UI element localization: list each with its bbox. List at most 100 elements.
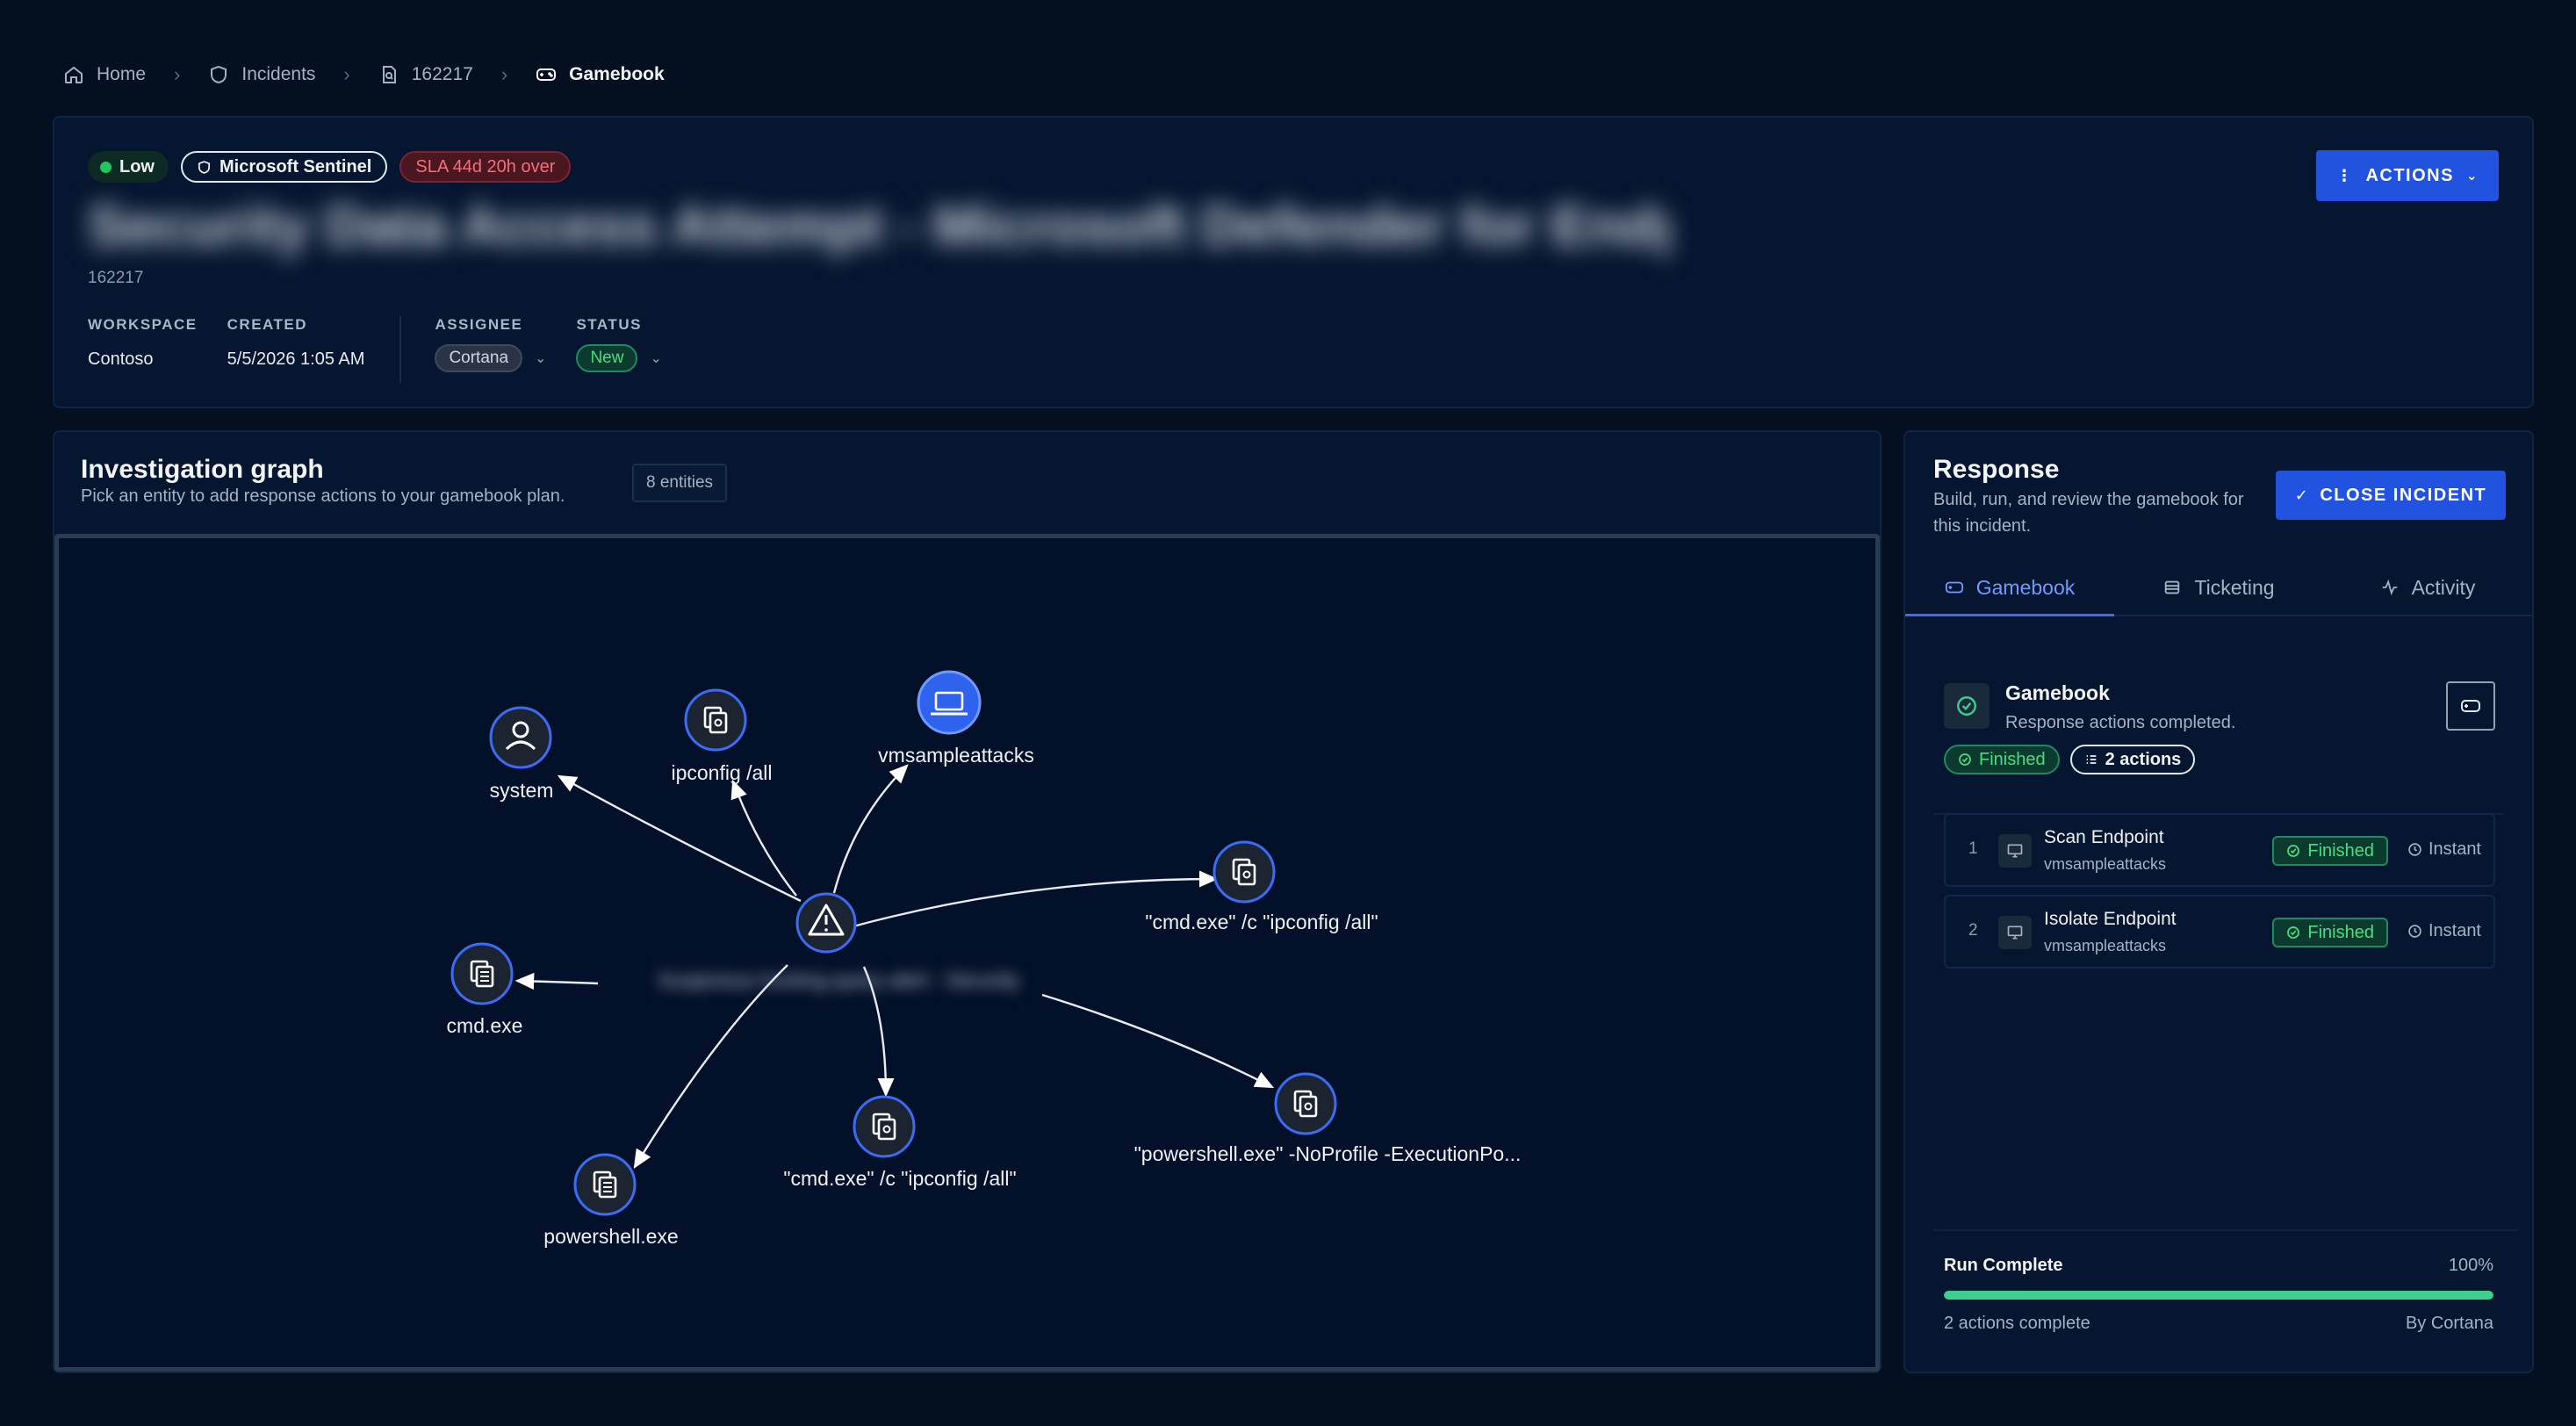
source-label: Microsoft Sentinel — [219, 156, 372, 176]
tab-activity[interactable]: Activity — [2323, 560, 2532, 615]
action-host: vmsampleattacks — [2044, 855, 2167, 873]
action-row-1[interactable]: 1 Scan Endpoint vmsampleattacks Finished… — [1944, 813, 2495, 887]
gamebook-count-label: 2 actions — [2105, 749, 2182, 769]
breadcrumb-current-label: Gamebook — [569, 64, 665, 84]
breadcrumb-incidents[interactable]: Incidents — [208, 64, 315, 85]
gamebook-open-button[interactable] — [2446, 681, 2495, 731]
response-subtitle: Build, run, and review the gamebook for … — [1933, 490, 2244, 536]
node-label-powershell-np: "powershell.exe" -NoProfile -ExecutionPo… — [1133, 1142, 1522, 1165]
meta-status: STATUS New ⌄ — [576, 316, 662, 383]
severity-dot-icon — [100, 161, 112, 173]
activity-icon — [2382, 579, 2397, 596]
breadcrumb-home-label: Home — [97, 64, 147, 84]
meta-divider — [399, 316, 402, 383]
action-name: Isolate Endpoint — [2044, 909, 2177, 929]
close-incident-button[interactable]: ✓ CLOSE INCIDENT — [2276, 471, 2506, 520]
action-row-2[interactable]: 2 Isolate Endpoint vmsampleattacks Finis… — [1944, 895, 2495, 969]
status-select[interactable]: New — [576, 344, 638, 372]
action-number: 1 — [1968, 839, 1978, 858]
meta-created: CREATED 5/5/2026 1:05 AM — [227, 316, 365, 383]
check-circle-icon — [2287, 926, 2300, 939]
action-status-badge: Finished — [2272, 836, 2388, 866]
breadcrumb-incident-label: 162217 — [411, 64, 473, 84]
graph-canvas[interactable]: system ipconfig /all vmsampleattacks "cm… — [54, 534, 1880, 1372]
assignee-select[interactable]: Cortana — [435, 344, 523, 372]
gamebook-summary: Gamebook Response actions completed. Fin… — [1944, 681, 2495, 787]
graph-subtitle: Pick an entity to add response actions t… — [81, 486, 565, 506]
run-title: Run Complete — [1944, 1256, 2063, 1275]
incident-meta: WORKSPACE Contoso CREATED 5/5/2026 1:05 … — [88, 316, 692, 383]
chevron-right-icon: › — [343, 63, 350, 85]
node-system[interactable] — [489, 706, 552, 769]
action-host: vmsampleattacks — [2044, 937, 2167, 954]
chevron-right-icon: › — [500, 63, 508, 85]
chevron-down-icon[interactable]: ⌄ — [650, 349, 661, 367]
node-cmd-ipconfig-1[interactable] — [1212, 840, 1276, 904]
response-tabs: Gamebook Ticketing Activity — [1905, 560, 2532, 616]
gamepad-icon — [536, 68, 557, 81]
edge-powershell — [633, 964, 788, 1170]
run-progress-bar — [1944, 1291, 2493, 1300]
node-vmsampleattacks[interactable] — [917, 670, 982, 735]
gamepad-icon — [1945, 581, 1963, 594]
gamepad-icon — [2461, 700, 2480, 712]
clock-icon — [2408, 925, 2421, 938]
gamebook-name: Gamebook — [2005, 681, 2110, 704]
tab-activity-label: Activity — [2411, 575, 2476, 599]
node-label-ipconfig: ipconfig /all — [671, 761, 773, 784]
edge-system — [557, 774, 802, 903]
node-cmd-ipconfig-2[interactable] — [853, 1095, 916, 1158]
breadcrumb: Home › Incidents › 162217 › Gamebook — [63, 61, 665, 88]
gamebook-badges: Finished 2 actions — [1944, 745, 2196, 774]
severity-label: Low — [119, 156, 155, 176]
run-by: By Cortana — [2405, 1314, 2493, 1333]
check-icon: ✓ — [2294, 486, 2310, 504]
breadcrumb-incident[interactable]: 162217 — [378, 64, 473, 85]
edge-vm — [832, 764, 909, 894]
actions-button[interactable]: ⋮ ACTIONS ⌄ — [2316, 150, 2499, 201]
sla-label: SLA 44d 20h over — [415, 156, 556, 176]
node-label-cmd: cmd.exe — [446, 1014, 523, 1037]
action-time-label: Instant — [2428, 839, 2481, 859]
breadcrumb-gamebook: Gamebook — [536, 64, 665, 85]
graph-title: Investigation graph — [81, 455, 324, 484]
check-circle-icon — [2287, 845, 2300, 857]
action-status-label: Finished — [2307, 840, 2374, 861]
breadcrumb-home[interactable]: Home — [63, 64, 146, 85]
action-status-label: Finished — [2307, 922, 2374, 942]
tab-gamebook[interactable]: Gamebook — [1905, 560, 2114, 616]
node-label-vm: vmsampleattacks — [878, 744, 1034, 767]
run-summary: 2 actions complete — [1944, 1314, 2090, 1333]
assignee-label: ASSIGNEE — [435, 316, 523, 333]
close-incident-label: CLOSE INCIDENT — [2320, 485, 2487, 505]
run-divider — [1933, 1229, 2518, 1231]
gamebook-status-label: Finished — [1979, 749, 2046, 769]
action-time: Instant — [2407, 921, 2481, 941]
entity-count-badge: 8 entities — [632, 464, 728, 502]
node-label-powershell: powershell.exe — [543, 1225, 679, 1248]
home-icon — [65, 66, 83, 83]
response-title: Response — [1933, 455, 2060, 484]
check-circle-icon — [1959, 753, 1971, 766]
node-cmd-exe[interactable] — [450, 942, 514, 1005]
tab-ticketing-label: Ticketing — [2194, 575, 2275, 599]
incident-header: Low Microsoft Sentinel SLA 44d 20h over … — [53, 116, 2534, 408]
tab-ticketing[interactable]: Ticketing — [2114, 560, 2323, 615]
action-time-label: Instant — [2428, 921, 2481, 940]
node-powershell-exe[interactable] — [573, 1153, 637, 1216]
monitor-icon — [1998, 834, 2032, 868]
action-time: Instant — [2407, 839, 2481, 860]
alert-node[interactable] — [795, 892, 857, 954]
edge-powershell-np — [1041, 993, 1275, 1089]
shield-icon — [198, 160, 211, 174]
meta-workspace: WORKSPACE Contoso — [88, 316, 198, 383]
response-panel: Response Build, run, and review the game… — [1903, 430, 2534, 1373]
node-ipconfig[interactable] — [684, 688, 747, 752]
chevron-down-icon[interactable]: ⌄ — [535, 349, 546, 367]
run-progress-fill — [1944, 1291, 2493, 1300]
action-status-badge: Finished — [2272, 918, 2388, 947]
severity-badge: Low — [88, 151, 169, 183]
monitor-icon — [1998, 916, 2032, 949]
node-powershell-np[interactable] — [1274, 1072, 1337, 1135]
check-circle-icon — [1944, 683, 1990, 729]
